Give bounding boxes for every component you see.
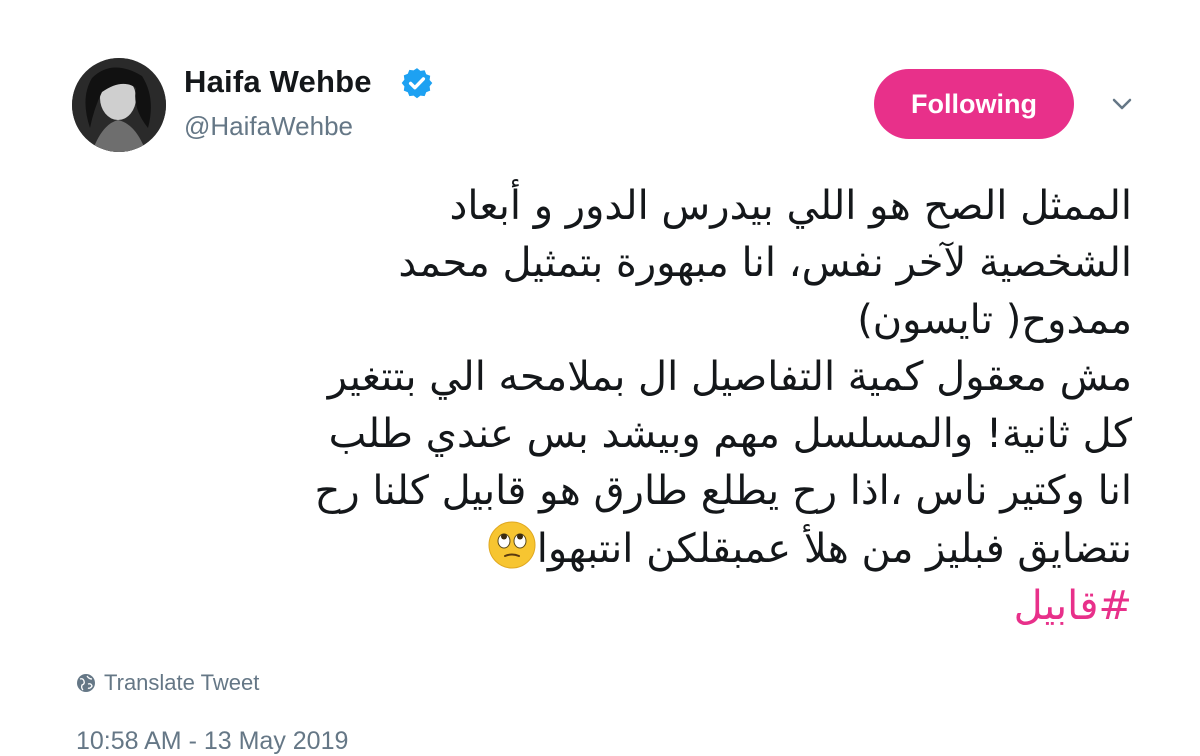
- globe-icon: [77, 674, 95, 692]
- chevron-down-icon[interactable]: [1110, 96, 1134, 112]
- display-name[interactable]: Haifa Wehbe: [184, 64, 372, 100]
- tweet-text: الممثل الصح هو اللي بيدرس الدور و أبعاد …: [70, 178, 1132, 635]
- tweet-line: نتضايق فبليز من هلأ عمبقلكن انتبهوا: [536, 526, 1132, 572]
- tweet-line-last: نتضايق فبليز من هلأ عمبقلكن انتبهوا: [70, 520, 1132, 578]
- tweet-line: ممدوح( تايسون): [857, 297, 1132, 343]
- avatar-image: [72, 58, 166, 152]
- tweet-line: كل ثانية! والمسلسل مهم وبيشد بس عندي طلب: [328, 411, 1132, 457]
- rolling-eyes-emoji-icon: [488, 521, 536, 569]
- translate-label[interactable]: Translate Tweet: [104, 670, 259, 696]
- tweet-line: مش معقول كمية التفاصيل ال بملامحه الي بت…: [327, 354, 1132, 400]
- following-button[interactable]: Following: [874, 69, 1074, 139]
- translate-tweet-link[interactable]: Translate Tweet: [76, 670, 259, 696]
- avatar[interactable]: [72, 58, 166, 152]
- user-handle[interactable]: @HaifaWehbe: [184, 111, 353, 142]
- tweet-line: الممثل الصح هو اللي بيدرس الدور و أبعاد: [449, 183, 1133, 229]
- verified-badge-icon: [401, 68, 433, 99]
- tweet-line: الشخصية لآخر نفس، انا مبهورة بتمثيل محمد: [398, 240, 1132, 286]
- tweet-timestamp[interactable]: 10:58 AM - 13 May 2019: [76, 727, 348, 756]
- tweet-line: انا وكتير ناس ،اذا رح يطلع طارق هو قابيل…: [314, 468, 1132, 514]
- tweet-card: Haifa Wehbe @HaifaWehbe Following الممثل…: [0, 0, 1200, 756]
- hashtag-link[interactable]: #قابيل: [70, 578, 1132, 635]
